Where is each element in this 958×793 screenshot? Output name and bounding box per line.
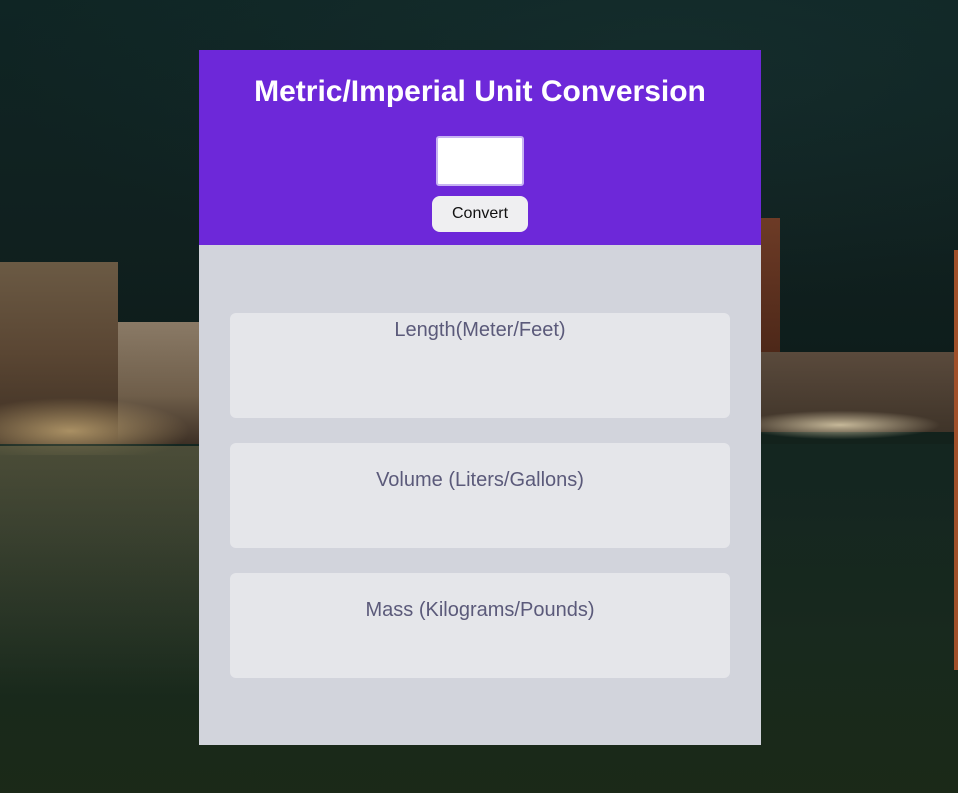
mass-result-title: Mass (Kilograms/Pounds) xyxy=(365,599,595,621)
volume-result-box: Volume (Liters/Gallons) xyxy=(230,443,730,548)
volume-result-title: Volume (Liters/Gallons) xyxy=(376,469,584,491)
background-edge xyxy=(954,250,958,670)
background-tower xyxy=(761,218,780,358)
results-section: Length(Meter/Feet) Volume (Liters/Gallon… xyxy=(199,245,761,678)
value-input[interactable] xyxy=(436,136,524,186)
converter-card: Metric/Imperial Unit Conversion Convert … xyxy=(199,50,761,745)
convert-button[interactable]: Convert xyxy=(432,196,528,232)
length-result-title: Length(Meter/Feet) xyxy=(394,319,566,341)
page-title: Metric/Imperial Unit Conversion xyxy=(254,75,706,108)
background-reflection xyxy=(0,446,200,696)
converter-header: Metric/Imperial Unit Conversion Convert xyxy=(199,50,761,245)
mass-result-box: Mass (Kilograms/Pounds) xyxy=(230,573,730,678)
length-result-box: Length(Meter/Feet) xyxy=(230,313,730,418)
background-lights-right xyxy=(761,408,958,442)
